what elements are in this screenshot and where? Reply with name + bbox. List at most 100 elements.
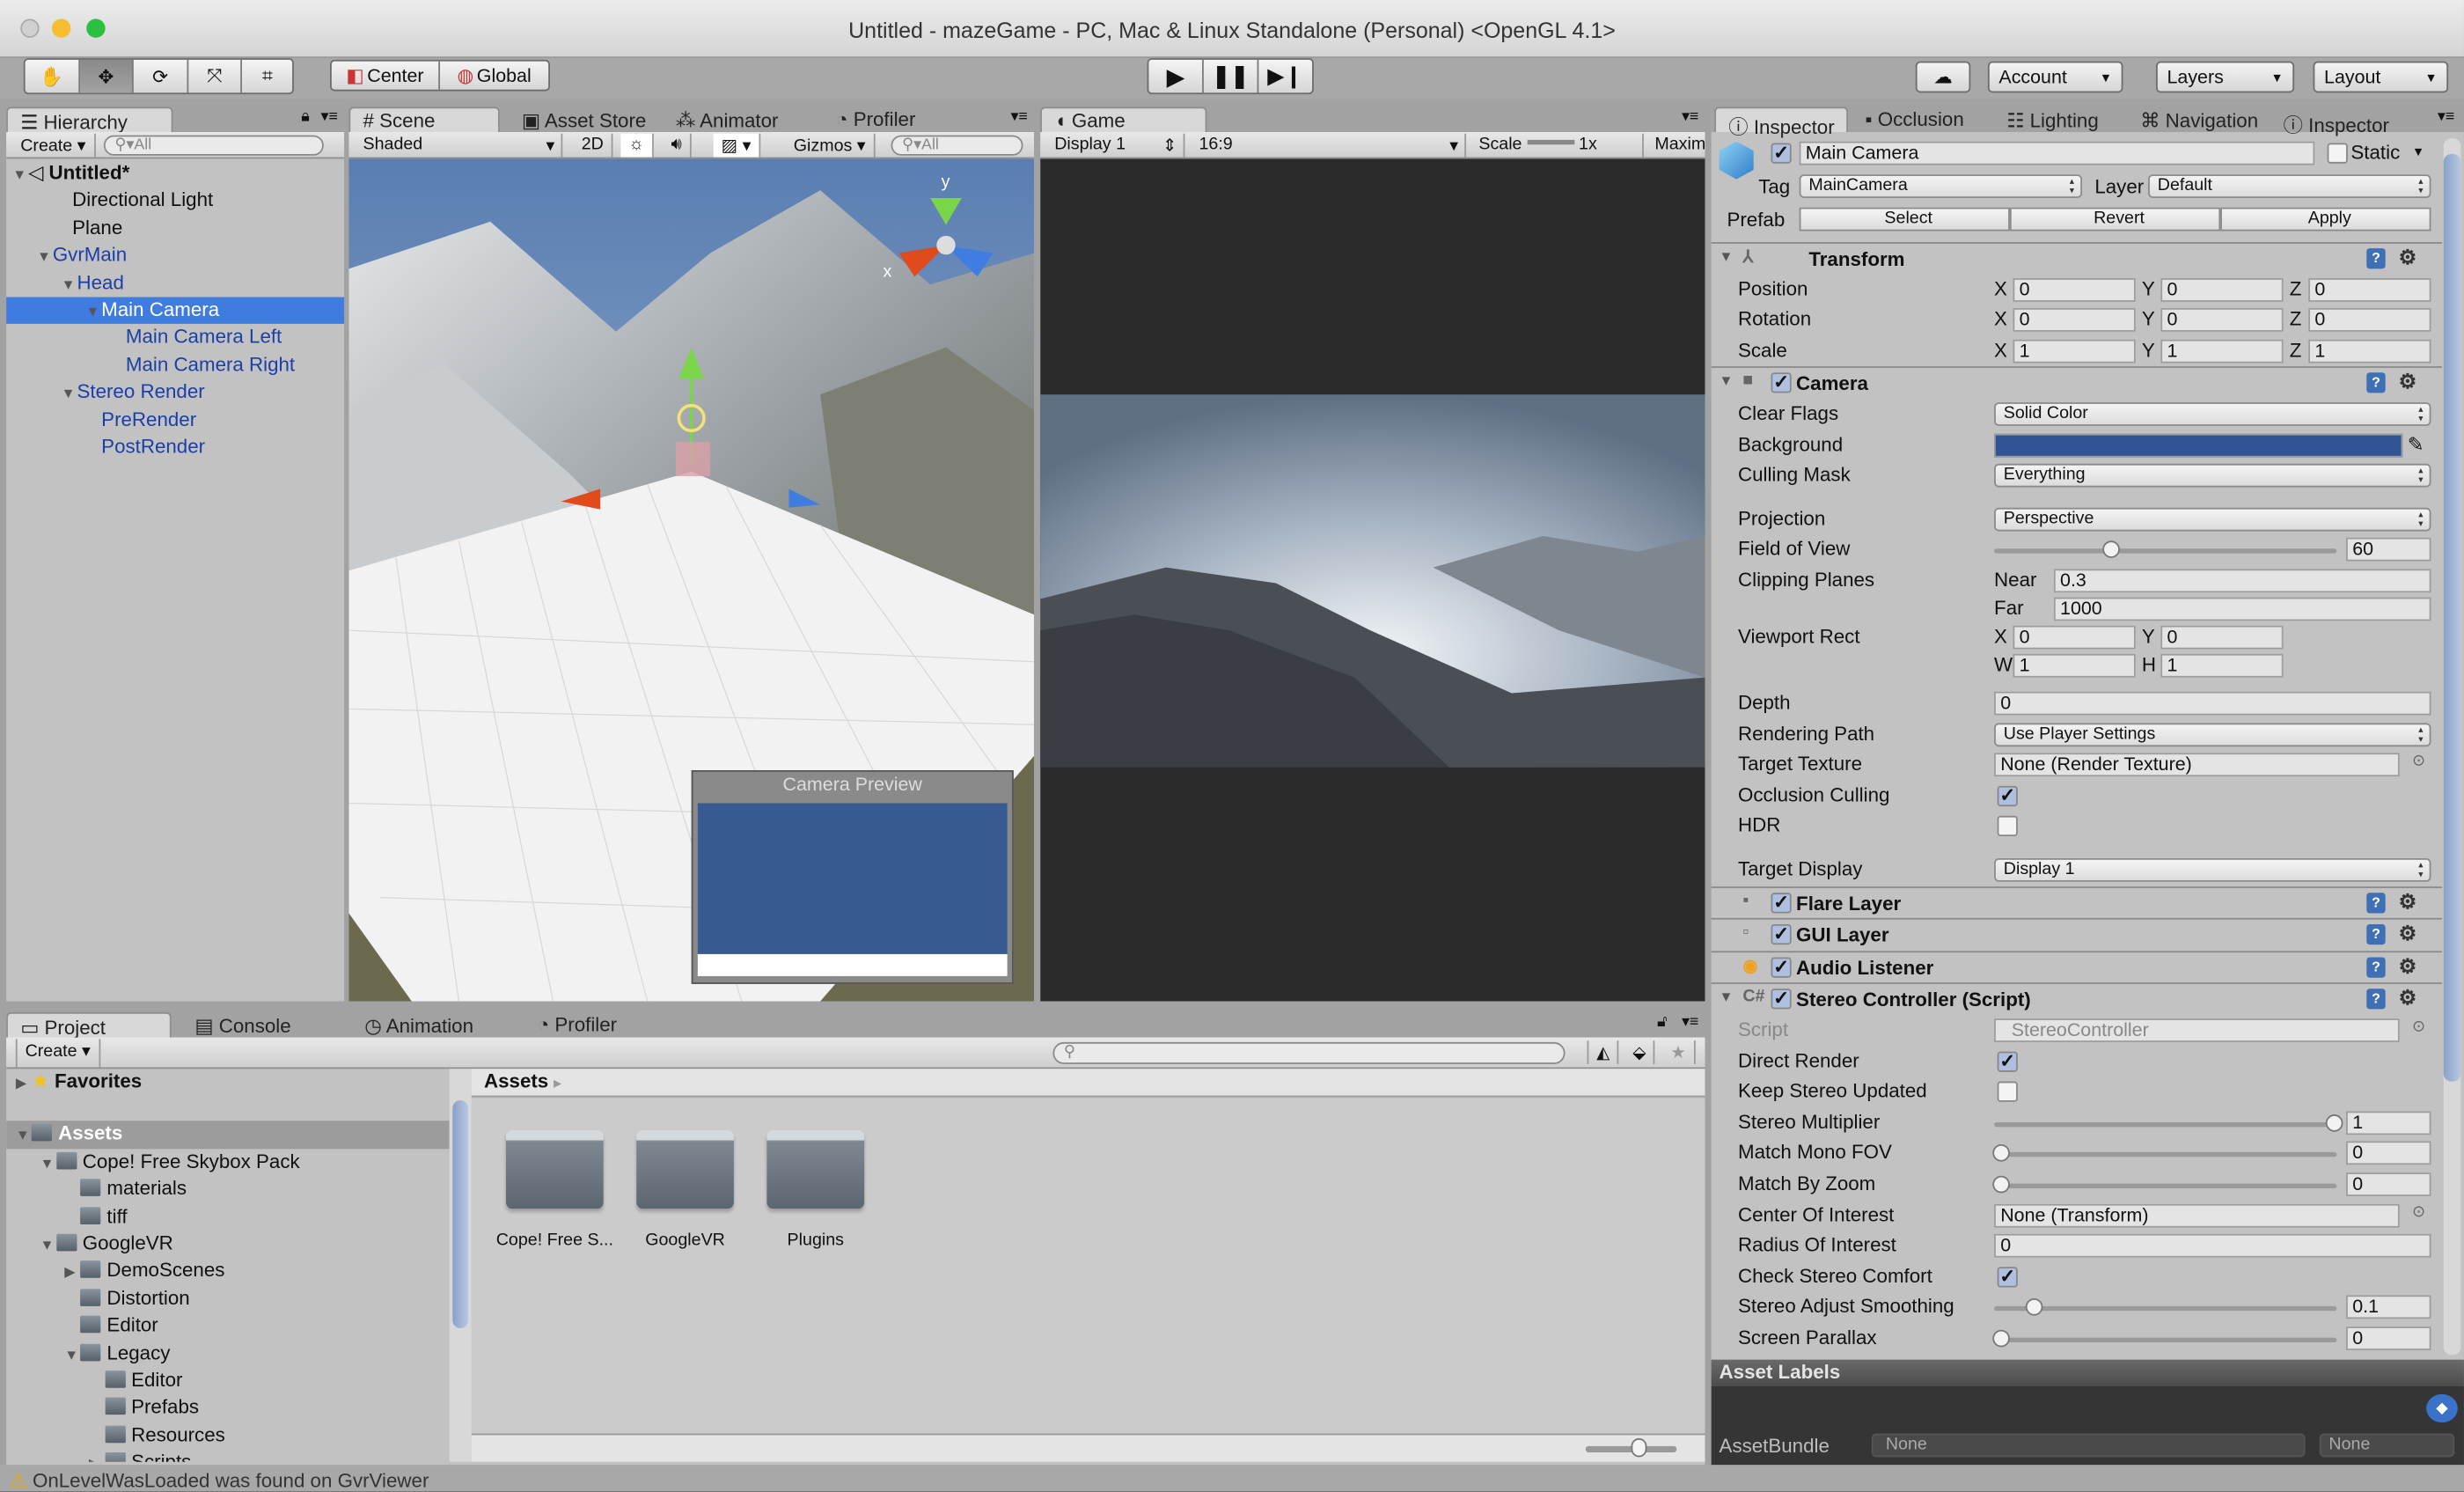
project-search-input[interactable]: ⚲ [1052, 1041, 1566, 1064]
vector-x-input[interactable]: 0 [2013, 308, 2136, 333]
vector-x-input[interactable]: 1 [2013, 339, 2136, 364]
component-enabled-checkbox[interactable]: ✓ [1771, 893, 1792, 913]
vector-x-input[interactable]: 0 [2013, 277, 2136, 302]
audio-toggle[interactable]: 🔊︎ [664, 133, 692, 158]
tab-lighting[interactable]: ☷ Lighting [1994, 107, 2111, 132]
slider-value-input[interactable]: 60 [2346, 538, 2431, 562]
hierarchy-item[interactable]: ▼ Head [6, 269, 344, 297]
pivot-center-button[interactable]: ◧ Center [332, 61, 441, 90]
property-dropdown[interactable]: Everything [1994, 464, 2431, 488]
help-icon[interactable]: ? [2366, 248, 2386, 269]
slider-value-input[interactable]: 1 [2346, 1111, 2431, 1135]
tab-project[interactable]: ▭ Project [6, 1011, 172, 1039]
scrollbar-thumb[interactable] [2443, 153, 2461, 1082]
project-folder[interactable]: Prefabs [6, 1395, 450, 1422]
expand-arrow-icon[interactable]: ▼ [62, 271, 77, 298]
expand-arrow-icon[interactable]: ▶ [64, 1260, 80, 1286]
help-icon[interactable]: ? [2366, 372, 2386, 394]
inspector-scrollbar[interactable] [2443, 138, 2461, 1356]
vector-z-input[interactable]: 0 [2308, 308, 2431, 333]
slider-knob[interactable] [1992, 1144, 2010, 1163]
tab-profiler[interactable]: ◔ Profiler [524, 1012, 629, 1038]
viewport-h-input[interactable]: 1 [2160, 653, 2284, 678]
filter-by-type-button[interactable]: ◭ [1587, 1040, 1620, 1064]
color-field[interactable] [1994, 433, 2403, 457]
vector-z-input[interactable]: 1 [2308, 339, 2431, 364]
viewport-w-input[interactable]: 1 [2013, 653, 2136, 678]
tab-animator[interactable]: ⁂ Animator [664, 107, 791, 132]
object-field[interactable]: StereoController [1994, 1018, 2400, 1042]
favorite-search-button[interactable]: ★ [1662, 1040, 1696, 1064]
asset-variant-dropdown[interactable]: None [2319, 1433, 2455, 1458]
expand-arrow-icon[interactable]: ▼ [64, 1341, 80, 1368]
gear-icon[interactable]: ⚙ [2399, 889, 2417, 915]
collapse-arrow-icon[interactable]: ▼ [1720, 373, 1734, 389]
tag-dropdown[interactable]: MainCamera [1799, 174, 2083, 198]
gear-icon[interactable]: ⚙ [2399, 370, 2417, 395]
slider-track[interactable] [1994, 1183, 2337, 1188]
slider-track[interactable] [1994, 1152, 2337, 1158]
expand-arrow-icon[interactable]: ▼ [85, 298, 101, 325]
2d-toggle[interactable]: 2D [574, 133, 613, 158]
component-header-stereo-controller-script-[interactable]: ▼ C# ✓ Stereo Controller (Script)? ⚙ [1711, 982, 2442, 1015]
slider-knob[interactable] [1992, 1175, 2010, 1194]
hierarchy-item[interactable]: Directional Light [6, 187, 344, 215]
hierarchy-item[interactable]: ▼ Stereo Render [6, 379, 344, 407]
project-tree-scrollbar[interactable] [449, 1069, 472, 1462]
project-folder[interactable]: Distortion [6, 1285, 450, 1312]
slider-value-input[interactable]: 0 [2346, 1327, 2431, 1350]
project-folder[interactable]: ▶ Scripts [6, 1450, 450, 1462]
eyedropper-icon[interactable]: ✎ [2408, 431, 2424, 455]
clip-far-input[interactable]: 1000 [2053, 597, 2431, 621]
hierarchy-item[interactable]: ▼ GvrMain [6, 242, 344, 269]
help-icon[interactable]: ? [2366, 957, 2386, 978]
property-checkbox[interactable]: ✓ [1997, 1050, 2018, 1072]
effects-dropdown[interactable]: ▨ ▾ [713, 133, 761, 158]
object-name-input[interactable]: Main Camera [1799, 141, 2315, 165]
lock-icon[interactable]: 🔓︎ [1657, 1014, 1668, 1032]
object-picker-icon[interactable]: ⊙ [2412, 1203, 2425, 1221]
display-dropdown[interactable]: Display 1 ⇕ [1046, 133, 1185, 158]
static-checkbox[interactable] [2327, 143, 2348, 164]
slider-track[interactable] [1526, 139, 1574, 145]
expand-arrow-icon[interactable]: ▼ [16, 1123, 32, 1150]
hierarchy-item[interactable]: ▼ ◁ Untitled* [6, 160, 344, 187]
tag-icon[interactable]: ⬥ [2426, 1393, 2458, 1423]
scale-slider[interactable]: Scale 1x [1470, 133, 1644, 158]
hierarchy-search-input[interactable]: ⚲▾All [103, 135, 324, 156]
help-icon[interactable]: ? [2366, 924, 2386, 945]
component-header-transform[interactable]: ▼ ⅄ Transform? ⚙ [1711, 241, 2442, 274]
component-header-flare-layer[interactable]: ▪ ✓ Flare Layer? ⚙ [1711, 886, 2442, 917]
tab-occlusion[interactable]: ▪ Occlusion [1852, 107, 1976, 132]
gizmos-dropdown[interactable]: Gizmos ▾ [786, 133, 876, 158]
viewport-y-input[interactable]: 0 [2160, 625, 2284, 650]
vector-y-input[interactable]: 1 [2160, 339, 2284, 364]
property-checkbox[interactable] [1997, 1081, 2018, 1103]
panel-menu-icon[interactable]: ▾≡ [2438, 108, 2454, 126]
slider-track[interactable] [1994, 1306, 2337, 1312]
project-folder[interactable]: tiff [6, 1203, 450, 1231]
slider-track[interactable] [1994, 1121, 2337, 1127]
create-dropdown[interactable]: Create ▾ [12, 133, 96, 158]
tab-hierarchy[interactable]: ☰ Hierarchy [6, 107, 173, 134]
tab-animation[interactable]: ◷ Animation [352, 1012, 486, 1038]
scene-search-input[interactable]: ⚲▾All [891, 135, 1023, 156]
asset-folder[interactable]: Cope! Free S... [494, 1129, 616, 1250]
component-header-camera[interactable]: ▼ ■ ✓ Camera? ⚙ [1711, 366, 2442, 399]
filter-by-label-button[interactable]: ⬙ [1624, 1040, 1656, 1064]
panel-menu-icon[interactable]: ▾≡ [321, 108, 338, 126]
collapse-arrow-icon[interactable]: ▼ [1720, 248, 1734, 264]
slider-knob[interactable] [1992, 1329, 2010, 1348]
slider-knob[interactable] [2325, 1113, 2343, 1132]
aspect-dropdown[interactable]: 16:9 ▾ [1192, 133, 1467, 158]
project-folder[interactable]: ▶ DemoScenes [6, 1258, 450, 1285]
slider-value-input[interactable]: 0 [2346, 1172, 2431, 1196]
rect-tool-button[interactable]: ⌗ [243, 60, 292, 92]
expand-arrow-icon[interactable]: ▼ [40, 1232, 56, 1259]
clip-near-input[interactable]: 0.3 [2053, 569, 2431, 593]
expand-arrow-icon[interactable]: ▼ [37, 244, 53, 270]
slider-track[interactable] [1994, 548, 2337, 555]
tab-game[interactable]: ◖ Game [1040, 107, 1207, 132]
pivot-global-button[interactable]: ◍ Global [440, 62, 548, 90]
prefab-apply-button[interactable]: Apply [2220, 207, 2431, 232]
